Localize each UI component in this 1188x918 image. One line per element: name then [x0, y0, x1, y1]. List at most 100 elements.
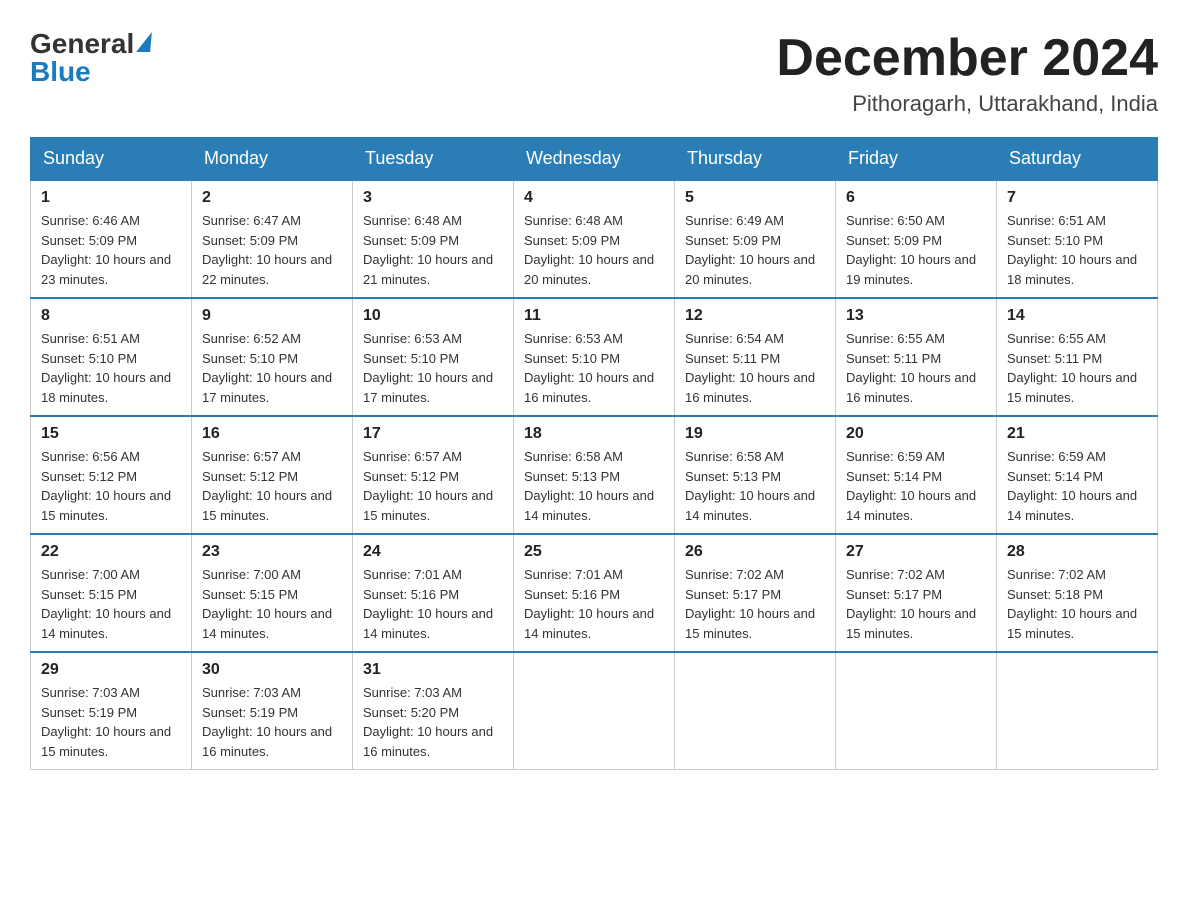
- calendar-cell: 26 Sunrise: 7:02 AM Sunset: 5:17 PM Dayl…: [675, 534, 836, 652]
- day-info: Sunrise: 6:57 AM Sunset: 5:12 PM Dayligh…: [202, 447, 342, 525]
- day-info: Sunrise: 6:51 AM Sunset: 5:10 PM Dayligh…: [41, 329, 181, 407]
- day-info: Sunrise: 6:47 AM Sunset: 5:09 PM Dayligh…: [202, 211, 342, 289]
- calendar-cell: 19 Sunrise: 6:58 AM Sunset: 5:13 PM Dayl…: [675, 416, 836, 534]
- day-info: Sunrise: 6:53 AM Sunset: 5:10 PM Dayligh…: [363, 329, 503, 407]
- day-number: 15: [41, 425, 181, 443]
- calendar-cell: 17 Sunrise: 6:57 AM Sunset: 5:12 PM Dayl…: [353, 416, 514, 534]
- day-info: Sunrise: 7:03 AM Sunset: 5:19 PM Dayligh…: [202, 683, 342, 761]
- logo-general-text: General: [30, 30, 134, 58]
- location-subtitle: Pithoragarh, Uttarakhand, India: [776, 91, 1158, 117]
- calendar-cell: 9 Sunrise: 6:52 AM Sunset: 5:10 PM Dayli…: [192, 298, 353, 416]
- calendar-cell: 2 Sunrise: 6:47 AM Sunset: 5:09 PM Dayli…: [192, 180, 353, 298]
- calendar-cell: [514, 652, 675, 770]
- calendar-cell: 4 Sunrise: 6:48 AM Sunset: 5:09 PM Dayli…: [514, 180, 675, 298]
- week-row-3: 15 Sunrise: 6:56 AM Sunset: 5:12 PM Dayl…: [31, 416, 1158, 534]
- day-number: 31: [363, 661, 503, 679]
- calendar-cell: 16 Sunrise: 6:57 AM Sunset: 5:12 PM Dayl…: [192, 416, 353, 534]
- header-saturday: Saturday: [997, 138, 1158, 181]
- logo: General Blue: [30, 30, 151, 86]
- day-number: 8: [41, 307, 181, 325]
- header-monday: Monday: [192, 138, 353, 181]
- day-info: Sunrise: 6:48 AM Sunset: 5:09 PM Dayligh…: [363, 211, 503, 289]
- calendar-cell: 13 Sunrise: 6:55 AM Sunset: 5:11 PM Dayl…: [836, 298, 997, 416]
- calendar-cell: 6 Sunrise: 6:50 AM Sunset: 5:09 PM Dayli…: [836, 180, 997, 298]
- day-info: Sunrise: 6:59 AM Sunset: 5:14 PM Dayligh…: [846, 447, 986, 525]
- day-number: 27: [846, 543, 986, 561]
- calendar-table: Sunday Monday Tuesday Wednesday Thursday…: [30, 137, 1158, 770]
- day-info: Sunrise: 7:03 AM Sunset: 5:19 PM Dayligh…: [41, 683, 181, 761]
- day-info: Sunrise: 6:49 AM Sunset: 5:09 PM Dayligh…: [685, 211, 825, 289]
- calendar-cell: 30 Sunrise: 7:03 AM Sunset: 5:19 PM Dayl…: [192, 652, 353, 770]
- calendar-cell: 24 Sunrise: 7:01 AM Sunset: 5:16 PM Dayl…: [353, 534, 514, 652]
- day-info: Sunrise: 6:58 AM Sunset: 5:13 PM Dayligh…: [524, 447, 664, 525]
- day-number: 11: [524, 307, 664, 325]
- day-number: 28: [1007, 543, 1147, 561]
- week-row-4: 22 Sunrise: 7:00 AM Sunset: 5:15 PM Dayl…: [31, 534, 1158, 652]
- day-number: 26: [685, 543, 825, 561]
- day-info: Sunrise: 6:55 AM Sunset: 5:11 PM Dayligh…: [846, 329, 986, 407]
- calendar-cell: 27 Sunrise: 7:02 AM Sunset: 5:17 PM Dayl…: [836, 534, 997, 652]
- day-number: 10: [363, 307, 503, 325]
- calendar-cell: 1 Sunrise: 6:46 AM Sunset: 5:09 PM Dayli…: [31, 180, 192, 298]
- day-number: 30: [202, 661, 342, 679]
- logo-blue-text: Blue: [30, 58, 91, 86]
- day-info: Sunrise: 6:58 AM Sunset: 5:13 PM Dayligh…: [685, 447, 825, 525]
- day-number: 29: [41, 661, 181, 679]
- calendar-cell: 5 Sunrise: 6:49 AM Sunset: 5:09 PM Dayli…: [675, 180, 836, 298]
- day-info: Sunrise: 7:03 AM Sunset: 5:20 PM Dayligh…: [363, 683, 503, 761]
- calendar-cell: 7 Sunrise: 6:51 AM Sunset: 5:10 PM Dayli…: [997, 180, 1158, 298]
- header-row: Sunday Monday Tuesday Wednesday Thursday…: [31, 138, 1158, 181]
- day-info: Sunrise: 7:02 AM Sunset: 5:17 PM Dayligh…: [846, 565, 986, 643]
- day-number: 12: [685, 307, 825, 325]
- day-info: Sunrise: 6:54 AM Sunset: 5:11 PM Dayligh…: [685, 329, 825, 407]
- day-number: 20: [846, 425, 986, 443]
- day-info: Sunrise: 7:01 AM Sunset: 5:16 PM Dayligh…: [363, 565, 503, 643]
- calendar-cell: 25 Sunrise: 7:01 AM Sunset: 5:16 PM Dayl…: [514, 534, 675, 652]
- day-number: 16: [202, 425, 342, 443]
- calendar-cell: 12 Sunrise: 6:54 AM Sunset: 5:11 PM Dayl…: [675, 298, 836, 416]
- header-thursday: Thursday: [675, 138, 836, 181]
- title-area: December 2024 Pithoragarh, Uttarakhand, …: [776, 30, 1158, 117]
- day-number: 5: [685, 189, 825, 207]
- day-info: Sunrise: 6:48 AM Sunset: 5:09 PM Dayligh…: [524, 211, 664, 289]
- day-number: 22: [41, 543, 181, 561]
- week-row-2: 8 Sunrise: 6:51 AM Sunset: 5:10 PM Dayli…: [31, 298, 1158, 416]
- week-row-1: 1 Sunrise: 6:46 AM Sunset: 5:09 PM Dayli…: [31, 180, 1158, 298]
- day-number: 1: [41, 189, 181, 207]
- day-number: 7: [1007, 189, 1147, 207]
- calendar-cell: 21 Sunrise: 6:59 AM Sunset: 5:14 PM Dayl…: [997, 416, 1158, 534]
- calendar-cell: 28 Sunrise: 7:02 AM Sunset: 5:18 PM Dayl…: [997, 534, 1158, 652]
- calendar-cell: 10 Sunrise: 6:53 AM Sunset: 5:10 PM Dayl…: [353, 298, 514, 416]
- calendar-cell: 29 Sunrise: 7:03 AM Sunset: 5:19 PM Dayl…: [31, 652, 192, 770]
- header-sunday: Sunday: [31, 138, 192, 181]
- day-number: 6: [846, 189, 986, 207]
- day-number: 21: [1007, 425, 1147, 443]
- day-number: 14: [1007, 307, 1147, 325]
- calendar-cell: 18 Sunrise: 6:58 AM Sunset: 5:13 PM Dayl…: [514, 416, 675, 534]
- day-number: 2: [202, 189, 342, 207]
- header-friday: Friday: [836, 138, 997, 181]
- calendar-cell: [836, 652, 997, 770]
- week-row-5: 29 Sunrise: 7:03 AM Sunset: 5:19 PM Dayl…: [31, 652, 1158, 770]
- day-number: 13: [846, 307, 986, 325]
- day-number: 17: [363, 425, 503, 443]
- day-info: Sunrise: 6:50 AM Sunset: 5:09 PM Dayligh…: [846, 211, 986, 289]
- calendar-cell: [997, 652, 1158, 770]
- day-number: 18: [524, 425, 664, 443]
- day-info: Sunrise: 7:01 AM Sunset: 5:16 PM Dayligh…: [524, 565, 664, 643]
- calendar-cell: 3 Sunrise: 6:48 AM Sunset: 5:09 PM Dayli…: [353, 180, 514, 298]
- day-number: 19: [685, 425, 825, 443]
- day-info: Sunrise: 6:46 AM Sunset: 5:09 PM Dayligh…: [41, 211, 181, 289]
- calendar-cell: 14 Sunrise: 6:55 AM Sunset: 5:11 PM Dayl…: [997, 298, 1158, 416]
- header-tuesday: Tuesday: [353, 138, 514, 181]
- day-number: 23: [202, 543, 342, 561]
- day-info: Sunrise: 6:56 AM Sunset: 5:12 PM Dayligh…: [41, 447, 181, 525]
- calendar-cell: 8 Sunrise: 6:51 AM Sunset: 5:10 PM Dayli…: [31, 298, 192, 416]
- day-number: 9: [202, 307, 342, 325]
- calendar-cell: 31 Sunrise: 7:03 AM Sunset: 5:20 PM Dayl…: [353, 652, 514, 770]
- day-number: 24: [363, 543, 503, 561]
- day-info: Sunrise: 6:53 AM Sunset: 5:10 PM Dayligh…: [524, 329, 664, 407]
- calendar-cell: 11 Sunrise: 6:53 AM Sunset: 5:10 PM Dayl…: [514, 298, 675, 416]
- day-info: Sunrise: 6:55 AM Sunset: 5:11 PM Dayligh…: [1007, 329, 1147, 407]
- day-info: Sunrise: 7:02 AM Sunset: 5:17 PM Dayligh…: [685, 565, 825, 643]
